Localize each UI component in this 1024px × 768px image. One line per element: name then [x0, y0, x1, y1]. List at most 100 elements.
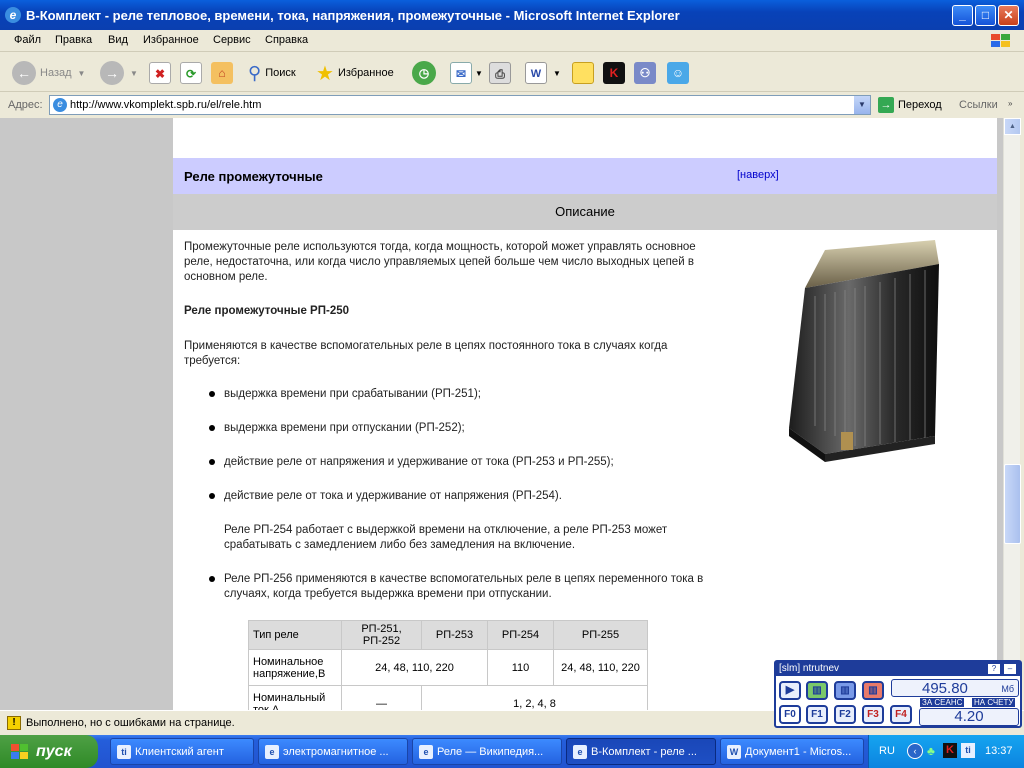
home-button[interactable]: ⌂: [211, 60, 233, 86]
menu-tools[interactable]: Сервис: [213, 34, 251, 46]
task-wikipedia[interactable]: e Реле — Википедия...: [412, 738, 562, 765]
research-icon: ⚇: [634, 62, 656, 84]
warning-icon[interactable]: !: [7, 716, 21, 730]
maximize-button[interactable]: □: [975, 5, 996, 26]
kaspersky-icon: K: [603, 62, 625, 84]
key-f2[interactable]: F2: [834, 705, 856, 724]
menu-favorites[interactable]: Избранное: [143, 34, 199, 46]
task-vkomplekt[interactable]: e В-Комплект - реле ...: [566, 738, 716, 765]
stop-button[interactable]: ✖: [149, 60, 171, 86]
address-label: Адрес:: [8, 99, 43, 111]
tray-agent-icon[interactable]: ti: [961, 743, 975, 758]
mail-icon: ✉: [450, 62, 472, 84]
table-cell: 110: [487, 649, 554, 686]
task-client-agent[interactable]: ti Клиентский агент: [110, 738, 254, 765]
go-button[interactable]: → Переход: [878, 97, 942, 113]
minimize-button[interactable]: _: [952, 5, 973, 26]
app-icon: ti: [117, 744, 131, 759]
menu-view[interactable]: Вид: [108, 34, 128, 46]
notes-button[interactable]: [572, 60, 594, 86]
window-title: В-Комплект - реле тепловое, времени, ток…: [26, 7, 680, 23]
printer-icon: ⎙: [489, 62, 511, 84]
balance-display: 4.20: [919, 708, 1019, 726]
stop-icon: ✖: [149, 62, 171, 84]
key-f0[interactable]: F0: [779, 705, 801, 724]
menu-file[interactable]: Файл: [14, 34, 41, 46]
trash-green-icon[interactable]: ▥: [806, 681, 828, 700]
edit-dropdown-icon[interactable]: ▼: [553, 69, 561, 78]
table-cell: 24, 48, 110, 220: [553, 649, 648, 686]
history-icon: ◷: [412, 61, 436, 85]
table-header: РП-255: [553, 620, 648, 650]
language-indicator[interactable]: RU: [879, 745, 895, 757]
page-viewport: Реле промежуточные [наверх] Описание Про…: [0, 118, 1003, 710]
play-icon[interactable]: ▶: [779, 681, 801, 700]
table-row: Номинальное напряжение,В 24, 48, 110, 22…: [248, 649, 648, 686]
scroll-thumb[interactable]: [1004, 464, 1021, 544]
traffic-widget: [slm] ntrutnev ? – ▶ ▥ ▥ ▥ F0 F1 F2 F3 F…: [774, 660, 1022, 728]
mail-button[interactable]: ✉ ▼: [450, 60, 483, 86]
word-icon: W: [525, 62, 547, 84]
menu-edit[interactable]: Правка: [55, 34, 92, 46]
search-button[interactable]: ⚲ Поиск: [248, 60, 296, 86]
key-f1[interactable]: F1: [806, 705, 828, 724]
back-button[interactable]: ← Назад ▼: [12, 60, 85, 86]
address-input[interactable]: e http://www.vkomplekt.spb.ru/el/rele.ht…: [49, 95, 871, 115]
star-icon: ★: [316, 62, 334, 85]
favorites-button[interactable]: ★ Избранное: [316, 60, 394, 86]
key-f4[interactable]: F4: [890, 705, 912, 724]
back-dropdown-icon[interactable]: ▼: [78, 69, 86, 78]
note-text: Реле РП-254 работает с выдержкой времени…: [224, 524, 668, 551]
research-button[interactable]: ⚇: [634, 60, 656, 86]
top-link[interactable]: [наверх]: [737, 169, 779, 181]
key-f3[interactable]: F3: [862, 705, 884, 724]
help-icon[interactable]: ?: [988, 664, 1000, 674]
trash-blue-icon[interactable]: ▥: [834, 681, 856, 700]
bullet-dot: [209, 391, 215, 397]
edit-button[interactable]: W ▼: [525, 60, 561, 86]
mail-dropdown-icon[interactable]: ▼: [475, 69, 483, 78]
tray-network-icon[interactable]: ♣: [927, 744, 935, 758]
forward-dropdown-icon[interactable]: ▼: [130, 69, 138, 78]
task-electromagnetic[interactable]: e электромагнитное ...: [258, 738, 408, 765]
history-button[interactable]: ◷: [412, 60, 436, 86]
favorites-label: Избранное: [337, 67, 394, 79]
balance-value: 4.20: [954, 708, 984, 725]
session-label: ЗА СЕАНС: [920, 698, 965, 707]
page-icon: e: [53, 98, 67, 112]
table-cell: —: [341, 685, 422, 710]
task-document1[interactable]: W Документ1 - Micros...: [720, 738, 864, 765]
windows-logo-icon: [991, 34, 1010, 47]
start-button[interactable]: пуск: [0, 735, 98, 768]
list-item: выдержка времени при отпускании (РП-252)…: [224, 422, 465, 434]
kaspersky-button[interactable]: K: [603, 60, 625, 86]
clock[interactable]: 13:37: [985, 745, 1013, 757]
minimize-icon[interactable]: –: [1004, 664, 1016, 674]
links-chevron-icon[interactable]: »: [1008, 99, 1012, 108]
go-arrow-icon: →: [878, 97, 894, 113]
bullet-dot: [209, 576, 215, 582]
list-item: Реле РП-256 применяются в качестве вспом…: [224, 573, 704, 600]
tray-kaspersky-icon[interactable]: K: [943, 743, 957, 758]
refresh-button[interactable]: ⟳: [180, 60, 202, 86]
vertical-scrollbar[interactable]: ▲ ▼: [1003, 118, 1021, 710]
traffic-display: 495.80 Мб: [891, 679, 1019, 697]
bullet-dot: [209, 493, 215, 499]
home-icon: ⌂: [211, 62, 233, 84]
search-icon: ⚲: [248, 62, 262, 83]
forward-button[interactable]: → ▼: [100, 60, 138, 86]
tray-expand-icon[interactable]: ‹: [907, 743, 923, 759]
print-button[interactable]: ⎙: [489, 60, 511, 86]
close-button[interactable]: ✕: [998, 5, 1019, 26]
search-label: Поиск: [265, 67, 296, 79]
messenger-button[interactable]: ☺: [667, 60, 689, 86]
links-button[interactable]: Ссылки: [959, 99, 998, 111]
address-bar: Адрес: e http://www.vkomplekt.spb.ru/el/…: [0, 93, 1024, 117]
trash-red-icon[interactable]: ▥: [862, 681, 884, 700]
table-header-row: Тип реле РП-251, РП-252 РП-253 РП-254 РП…: [248, 620, 648, 650]
menu-help[interactable]: Справка: [265, 34, 308, 46]
scroll-up-icon[interactable]: ▲: [1004, 118, 1021, 135]
address-dropdown-icon[interactable]: ▼: [854, 96, 870, 114]
ie-task-icon: e: [573, 744, 587, 759]
toolbar: ← Назад ▼ → ▼ ✖ ⟳ ⌂ ⚲ Поиск ★ Избранное …: [0, 52, 1024, 92]
